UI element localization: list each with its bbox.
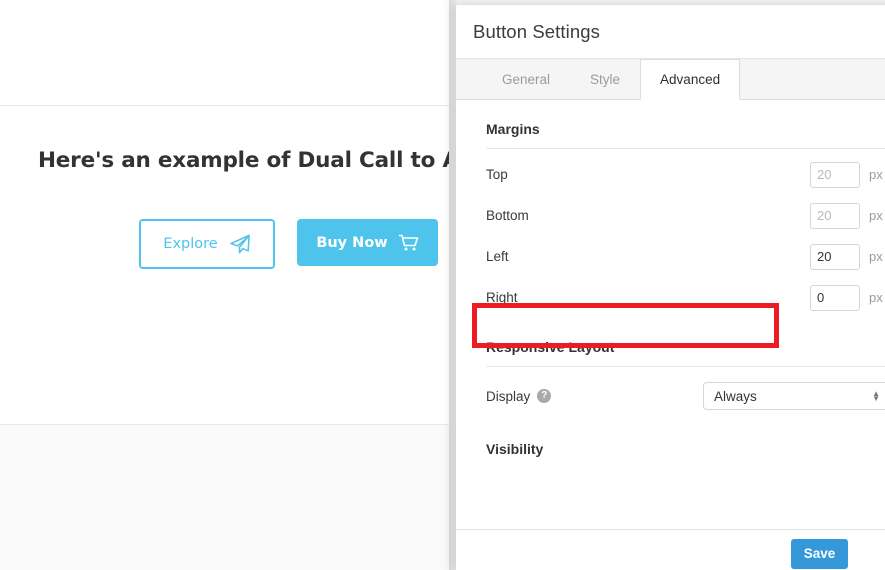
display-select-value: Always	[714, 388, 757, 404]
page-section-top	[0, 0, 449, 106]
tab-general-label: General	[502, 72, 551, 87]
question-mark-help-icon[interactable]: ?	[537, 389, 552, 403]
margin-right-input[interactable]	[810, 284, 860, 311]
modal-tab-bar: General Style Advanced	[456, 59, 885, 100]
section-divider-margins	[486, 148, 885, 149]
display-label-group: Display ?	[486, 388, 552, 404]
margin-bottom-unit: px	[869, 208, 883, 223]
margin-top-unit: px	[869, 167, 883, 182]
margin-bottom-label: Bottom	[486, 208, 529, 223]
page-section-bottom	[0, 425, 449, 570]
section-title-margins: Margins	[486, 121, 540, 137]
margin-bottom-input[interactable]	[810, 202, 860, 229]
margin-row-left: Left px	[486, 236, 885, 277]
save-button[interactable]: Save	[791, 538, 848, 569]
margin-row-bottom: Bottom px	[486, 195, 885, 236]
explore-button[interactable]: Explore	[139, 219, 275, 269]
buy-now-button-label: Buy Now	[316, 234, 388, 251]
margin-top-control: px	[810, 161, 885, 188]
margin-right-label: Right	[486, 290, 518, 305]
display-label: Display	[486, 388, 531, 404]
visibility-spacer	[486, 468, 885, 486]
margin-left-input[interactable]	[810, 243, 860, 270]
margin-top-input[interactable]	[810, 161, 860, 188]
section-title-visibility: Visibility	[486, 441, 544, 457]
margin-right-unit: px	[869, 290, 883, 305]
hero-heading: Here's an example of Dual Call to Action…	[38, 148, 449, 173]
explore-button-label: Explore	[163, 236, 218, 252]
cta-button-row: Explore Buy Now	[139, 219, 438, 269]
section-title-responsive-layout: Responsive Layout	[486, 339, 615, 355]
display-select[interactable]: Always ▲ ▼	[703, 382, 885, 410]
margin-left-unit: px	[869, 249, 883, 264]
margin-row-right: Right px	[486, 277, 885, 318]
tab-general[interactable]: General	[482, 59, 570, 99]
buy-now-button[interactable]: Buy Now	[297, 219, 438, 266]
margin-top-label: Top	[486, 167, 508, 182]
section-divider-responsive-layout	[486, 366, 885, 367]
display-row: Display ? Always ▲ ▼	[486, 372, 885, 420]
paper-plane-icon	[229, 234, 251, 254]
tab-advanced[interactable]: Advanced	[640, 59, 741, 100]
tab-style-label: Style	[590, 72, 621, 87]
margin-right-control: px	[810, 284, 885, 311]
modal-footer: Save	[456, 529, 885, 570]
shopping-cart-icon	[398, 234, 419, 252]
tab-advanced-label: Advanced	[660, 72, 721, 87]
modal-body: Margins Top px Bottom px Left	[456, 100, 885, 529]
screen-root: Here's an example of Dual Call to Action…	[0, 0, 885, 570]
tab-style[interactable]: Style	[570, 59, 640, 99]
margin-bottom-control: px	[810, 202, 885, 229]
chevron-updown-icon: ▲ ▼	[872, 389, 880, 403]
display-control: Always ▲ ▼	[703, 382, 885, 410]
website-preview-canvas: Here's an example of Dual Call to Action…	[0, 0, 449, 570]
margin-row-top: Top px	[486, 154, 885, 195]
modal-title: Button Settings	[473, 20, 600, 42]
modal-header: Button Settings	[456, 5, 885, 59]
margin-left-control: px	[810, 243, 885, 270]
margin-left-label: Left	[486, 249, 509, 264]
button-settings-modal: Button Settings General Style Advanced M…	[456, 5, 885, 570]
